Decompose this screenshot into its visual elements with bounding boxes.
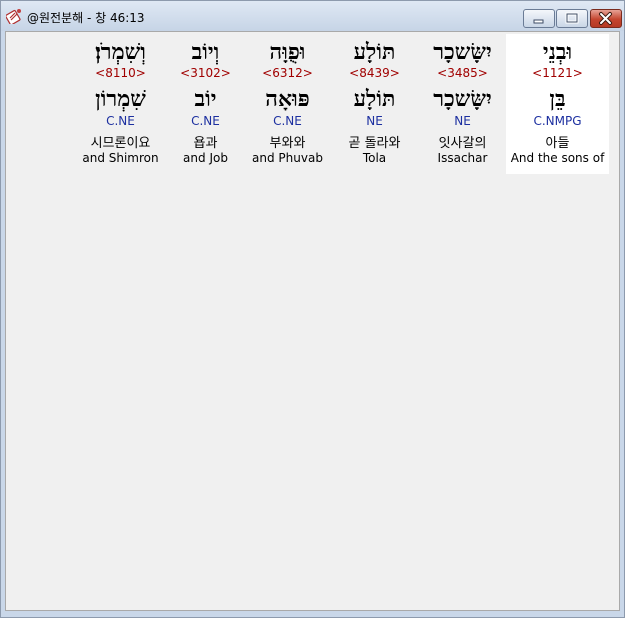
word-analysis-panel: וּבְנֵי <1121> בֵּן C.NMPG 아들 And the so… — [5, 31, 620, 611]
close-icon — [599, 12, 612, 25]
minimize-button[interactable] — [523, 9, 555, 28]
hebrew-word[interactable]: וּבְנֵי — [506, 38, 609, 66]
hebrew-lemma: בֵּן — [549, 86, 566, 112]
hebrew-word[interactable]: וְשִׁמְרֹן׃ — [69, 38, 172, 66]
strong-number[interactable]: <8110> — [69, 66, 172, 80]
korean-gloss: 아들 — [545, 136, 570, 151]
maximize-button[interactable] — [556, 9, 588, 28]
morphology-code: NE — [454, 114, 471, 128]
hebrew-lemma: יִשָּׂשכָר — [433, 86, 492, 112]
morphology-code: C.NMPG — [533, 114, 582, 128]
app-window: @원전분해 - 창 46:13 וּבְנֵי <1121> בֵּן C.NM… — [0, 0, 625, 618]
app-icon[interactable] — [5, 8, 22, 26]
word-column[interactable]: יִשָּׂשכָר <3485> יִשָּׂשכָר NE 잇사갈의 Iss… — [411, 34, 514, 174]
english-gloss: and Shimron — [82, 151, 159, 165]
strong-number[interactable]: <3485> — [411, 66, 514, 80]
close-button[interactable] — [590, 9, 622, 28]
word-column[interactable]: וּבְנֵי <1121> בֵּן C.NMPG 아들 And the so… — [506, 34, 609, 174]
hebrew-lemma: שִׁמְרוֹן — [95, 86, 146, 112]
korean-gloss: 잇사갈의 — [438, 136, 487, 151]
title-bar[interactable]: @원전분해 - 창 46:13 — [1, 1, 624, 31]
strong-number[interactable]: <1121> — [506, 66, 609, 80]
maximize-icon — [565, 12, 579, 24]
english-gloss: And the sons of — [510, 151, 605, 165]
morphology-code: C.NE — [106, 114, 135, 128]
korean-gloss: 시므론이요 — [90, 136, 151, 151]
minimize-icon — [533, 19, 544, 24]
word-column[interactable]: וְשִׁמְרֹן׃ <8110> שִׁמְרוֹן C.NE 시므론이요 … — [69, 34, 172, 174]
window-title: @원전분해 - 창 46:13 — [27, 11, 145, 25]
english-gloss: Issachar — [437, 151, 488, 165]
hebrew-word[interactable]: יִשָּׂשכָר — [411, 38, 514, 66]
